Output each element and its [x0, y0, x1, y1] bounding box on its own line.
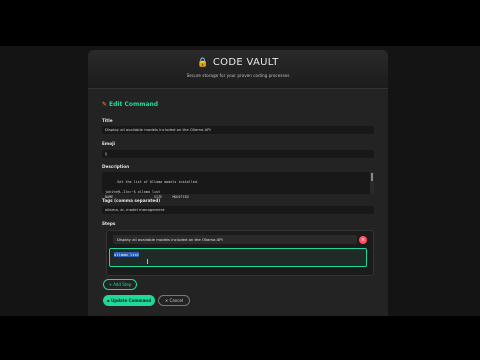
lock-icon: 🔒: [197, 58, 209, 68]
description-scrollbar[interactable]: [370, 172, 374, 194]
form-title: ✎ Edit Command: [102, 101, 158, 108]
remove-step-button[interactable]: ×: [359, 236, 367, 244]
app-header: 🔒 CODE VAULT Secure storage for your prov…: [88, 50, 388, 89]
app-title-text: CODE VAULT: [212, 57, 279, 68]
form-title-text: Edit Command: [109, 101, 159, 108]
description-text: Get the list of Ollama models installed.…: [105, 180, 199, 199]
tags-input[interactable]: ollama, ai, model management: [102, 206, 374, 214]
cancel-button[interactable]: ✕ Cancel: [158, 295, 190, 306]
app-stage: 🔒 CODE VAULT Secure storage for your prov…: [0, 46, 480, 316]
emoji-label: Emoji: [102, 141, 115, 146]
description-label: Description: [102, 164, 130, 169]
steps-label: Steps: [102, 221, 116, 226]
step-description-input[interactable]: Display all available models included on…: [113, 235, 357, 244]
scroll-thumb[interactable]: [371, 173, 373, 181]
step-card: Display all available models included on…: [106, 230, 374, 276]
update-label: Update Command: [110, 298, 152, 303]
title-label: Title: [102, 118, 113, 123]
description-textarea[interactable]: Get the list of Ollama models installed.…: [102, 172, 374, 199]
pencil-icon: ✎: [102, 101, 108, 108]
title-input[interactable]: Display all available models included on…: [102, 126, 374, 134]
emoji-input[interactable]: §: [102, 150, 374, 158]
vault-panel: 🔒 CODE VAULT Secure storage for your prov…: [88, 50, 388, 316]
text-cursor: [147, 259, 148, 264]
update-command-button[interactable]: ▪ Update Command: [103, 295, 155, 306]
step-code-textarea[interactable]: ollama list: [109, 248, 367, 267]
step-code-text: ollama list: [114, 252, 140, 257]
app-tagline: Secure storage for your proven coding pr…: [186, 73, 290, 78]
app-title: 🔒 CODE VAULT: [88, 57, 388, 68]
tags-label: Tags (comma separated): [102, 198, 161, 203]
add-step-button[interactable]: + Add Step: [103, 279, 137, 290]
